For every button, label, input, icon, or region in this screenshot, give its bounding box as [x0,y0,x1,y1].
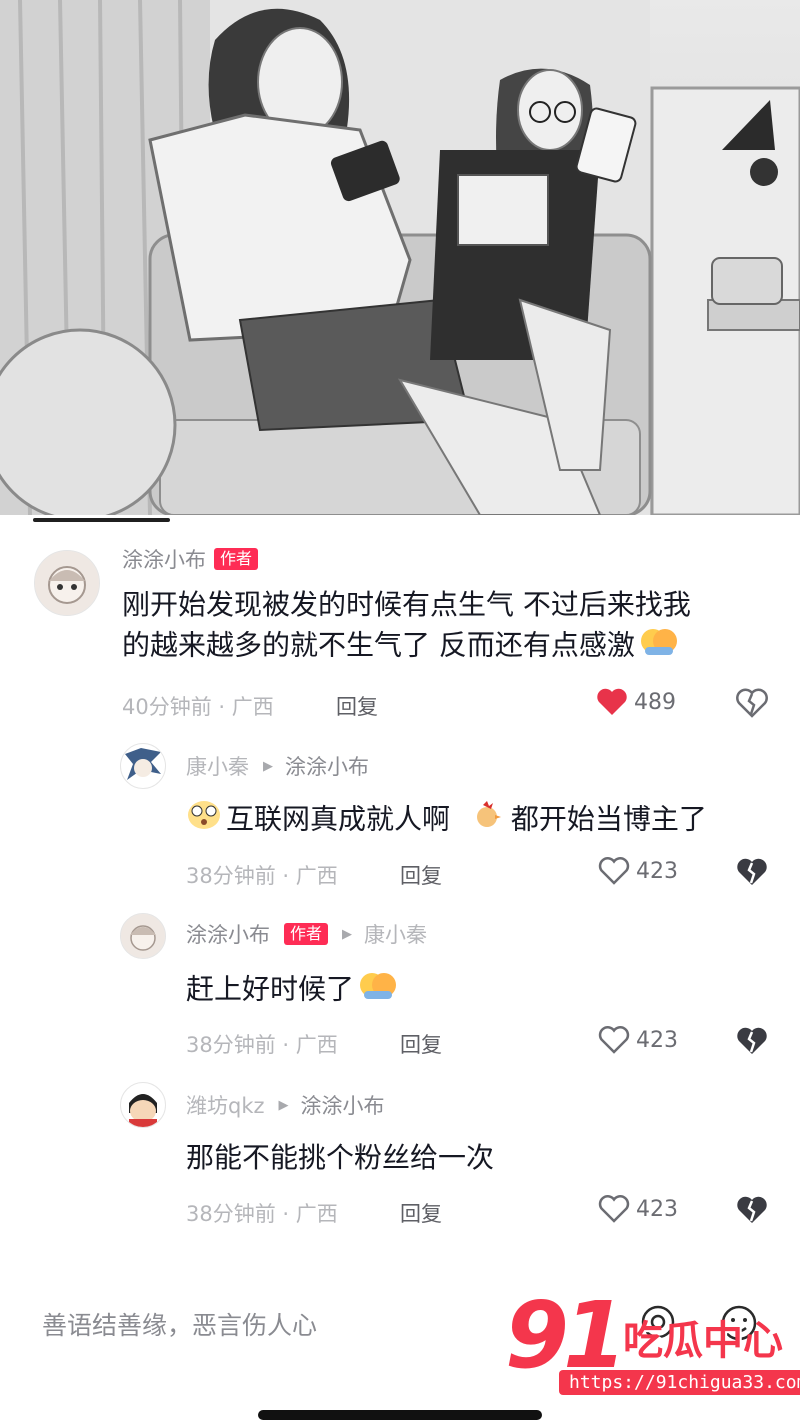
reply-item: 潍坊qkz ▶ 涂涂小布 那能不能挑个粉丝给一次 38分钟前 · 广西 回复 4… [0,1074,800,1244]
reply-button[interactable]: 回复 [400,1029,442,1059]
reply-to-user[interactable]: 涂涂小布 [301,1090,385,1120]
comment-time-location: 40分钟前 · 广西 [122,695,274,719]
avatar[interactable] [120,913,166,959]
dislike-button[interactable] [736,1195,768,1229]
reply-time-location: 38分钟前 · 广西 [186,864,338,888]
comment-text-line: 刚开始发现被发的时候有点生气 不过后来找我 [122,588,691,621]
like-button[interactable]: 423 [598,1195,678,1223]
sketch-illustration [0,0,800,515]
comment-item: 涂涂小布 作者 刚开始发现被发的时候有点生气 不过后来找我 的越来越多的就不生气… [0,530,800,730]
reply-button[interactable]: 回复 [400,1198,442,1228]
post-image[interactable] [0,0,800,515]
broken-heart-filled-icon [737,1027,767,1054]
broken-heart-outline-icon [736,688,768,718]
like-count: 489 [634,689,676,715]
avatar[interactable] [34,550,100,616]
reply-text: 那能不能挑个粉丝给一次 [186,1141,495,1174]
avatar-doll-icon [35,551,99,615]
author-badge: 作者 [284,923,329,945]
comment-author[interactable]: 涂涂小布 [122,544,206,574]
author-badge: 作者 [214,548,259,570]
reply-arrow-icon: ▶ [278,1097,289,1113]
reply-arrow-icon: ▶ [342,926,353,942]
watermark-url: https://91chigua33.com [559,1370,800,1395]
rooster-emoji-icon [471,799,503,842]
dislike-button[interactable] [736,688,768,722]
avatar[interactable] [120,743,166,789]
reply-time-location: 38分钟前 · 广西 [186,1202,338,1226]
hug-emoji-icon [358,969,398,1012]
heart-outline-icon [598,857,630,885]
reply-author-row: 潍坊qkz ▶ 涂涂小布 [186,1090,385,1120]
avatar-doll-icon [121,914,165,958]
dislike-button[interactable] [736,857,768,891]
like-button[interactable]: 489 [596,688,676,716]
avatar-anime-icon [125,748,161,780]
reply-time-location: 38分钟前 · 广西 [186,1033,338,1057]
surprised-emoji-icon [186,799,222,842]
reply-text: 互联网真成就人啊 都开始当博主了 [186,799,707,842]
reply-button[interactable]: 回复 [336,691,378,721]
heart-outline-icon [598,1026,630,1054]
comment-text: 刚开始发现被发的时候有点生气 不过后来找我 的越来越多的就不生气了 反而还有点感… [122,585,691,668]
like-button[interactable]: 423 [598,1026,678,1054]
reply-text: 赶上好时候了 [186,969,398,1012]
home-indicator[interactable] [258,1410,542,1420]
comment-author-row: 涂涂小布 作者 [122,544,259,574]
reply-author[interactable]: 康小秦 [186,751,249,781]
heart-outline-icon [598,1195,630,1223]
reply-author-row: 康小秦 ▶ 涂涂小布 [186,751,369,781]
reply-author[interactable]: 潍坊qkz [186,1090,265,1120]
reply-arrow-icon: ▶ [263,758,273,774]
comment-input[interactable]: 善语结善缘，恶言伤人心 [42,1306,317,1342]
site-watermark: 91 吃瓜中心 https://91chigua33.com [505,1282,800,1402]
reply-button[interactable]: 回复 [400,860,442,890]
comment-text-line: 的越来越多的就不生气了 反而还有点感激 [122,625,691,668]
reply-to-user[interactable]: 康小秦 [364,919,427,949]
like-count: 423 [636,858,678,884]
broken-heart-filled-icon [737,858,767,885]
heart-filled-icon [597,688,627,715]
watermark-logo-text: 吃瓜中心 [623,1318,783,1364]
reply-item: 涂涂小布 作者 ▶ 康小秦 赶上好时候了 38分钟前 · 广西 回复 423 [0,905,800,1065]
like-button[interactable]: 423 [598,857,678,885]
broken-heart-filled-icon [737,1196,767,1223]
dislike-button[interactable] [736,1026,768,1060]
reply-to-user[interactable]: 涂涂小布 [285,751,369,781]
comment-text-line-content: 的越来越多的就不生气了 反而还有点感激 [122,628,635,662]
reply-item: 康小秦 ▶ 涂涂小布 互联网真成就人啊 都开始当博主了 38分钟前 · 广西 回… [0,735,800,895]
reply-author-row: 涂涂小布 作者 ▶ 康小秦 [186,919,427,949]
reply-author[interactable]: 涂涂小布 [186,919,270,949]
avatar[interactable] [120,1082,166,1128]
reply-text-part: 都开始当博主了 [510,802,707,836]
video-progress-bar[interactable] [33,518,170,522]
like-count: 423 [636,1027,678,1053]
like-count: 423 [636,1196,678,1222]
reply-text-part: 互联网真成就人啊 [226,802,451,836]
reply-text-part: 赶上好时候了 [186,972,355,1006]
avatar-cartoon-icon [129,1094,157,1127]
hug-emoji-icon [639,625,679,668]
